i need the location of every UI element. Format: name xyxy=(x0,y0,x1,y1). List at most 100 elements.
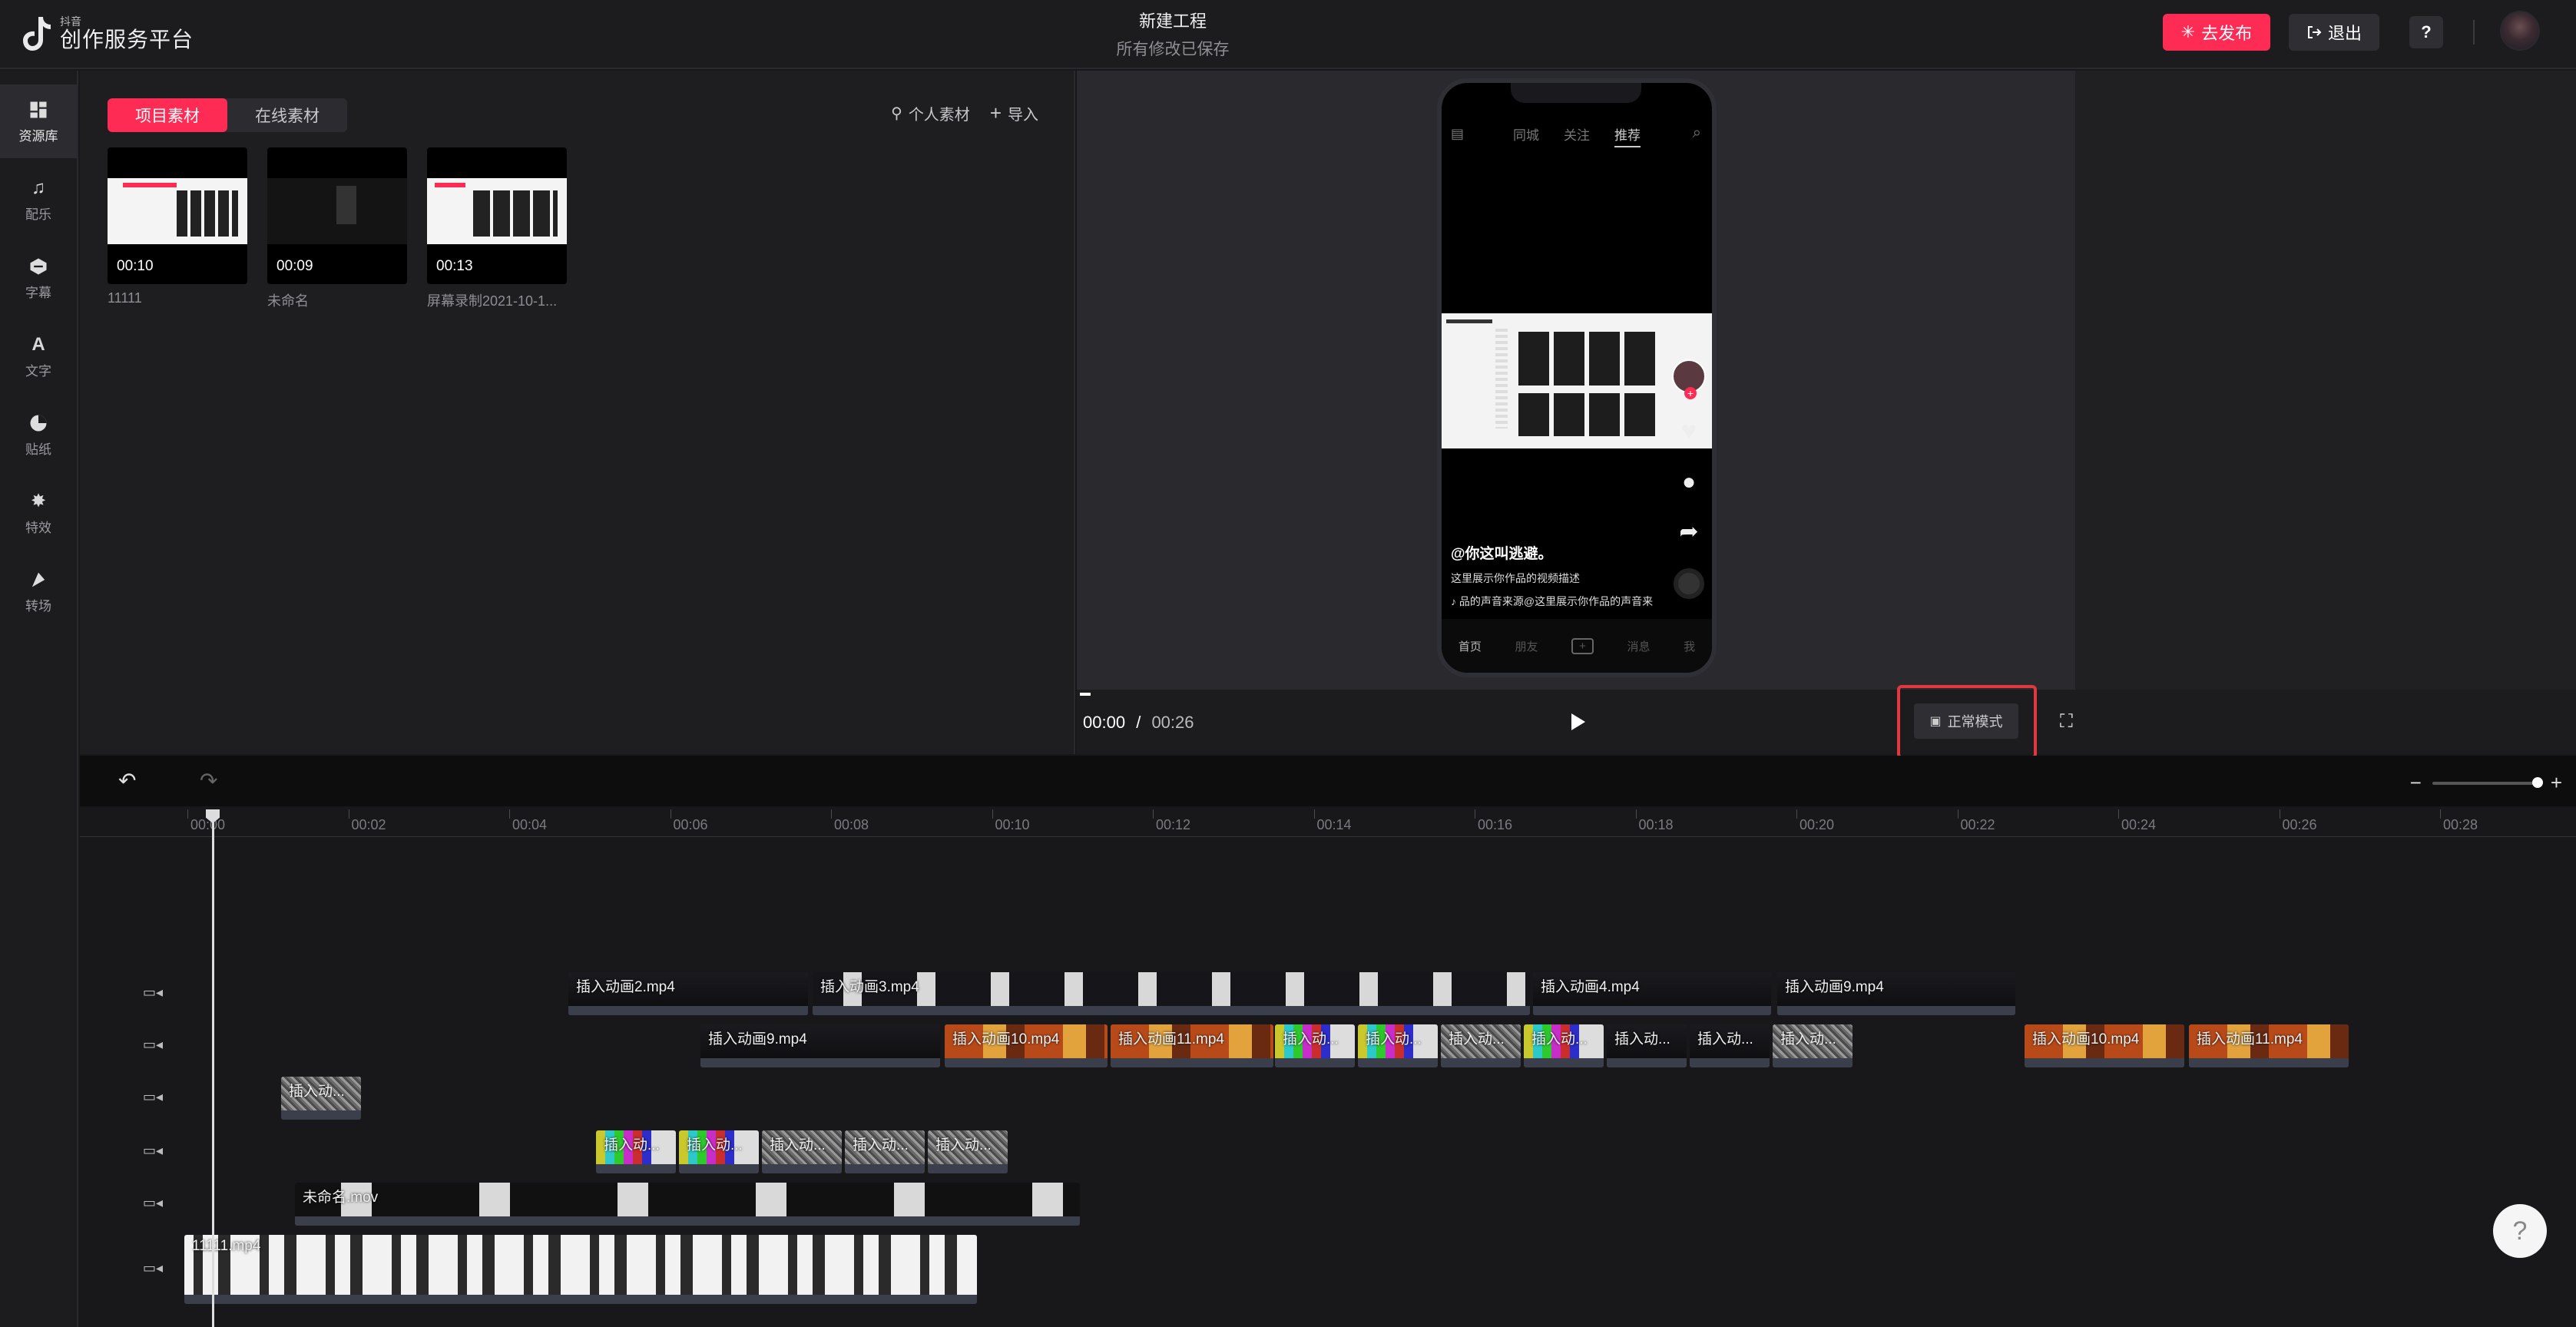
heart-icon: ♥ xyxy=(1680,416,1697,445)
ruler-label: 00:04 xyxy=(512,817,548,832)
redo-icon[interactable]: ↷ xyxy=(200,768,217,793)
phone-tab: 关注 xyxy=(1564,128,1590,143)
clip-audio-bar xyxy=(2189,1058,2349,1067)
timeline-clip[interactable]: 插入动画10.mp4 xyxy=(2025,1024,2184,1067)
sidebar-item-text[interactable]: A 文字 xyxy=(0,319,77,393)
avatar[interactable] xyxy=(2500,11,2540,51)
timeline-clip[interactable]: 插入动... xyxy=(281,1077,361,1120)
timeline-clip[interactable]: 插入动画9.mp4 xyxy=(1777,972,2015,1015)
zoom-knob[interactable] xyxy=(2531,776,2543,788)
ruler-label: 00:24 xyxy=(2121,817,2157,832)
zoom-slider[interactable] xyxy=(2432,776,2543,788)
video-track-icon: ▭◂ xyxy=(143,1143,164,1158)
clip-label: 插入动画4.mp4 xyxy=(1541,979,1640,995)
text-icon: A xyxy=(31,333,45,355)
normal-mode-button[interactable]: ▣ 正常模式 xyxy=(1914,703,2018,739)
video-track-icon: ▭◂ xyxy=(143,1089,164,1104)
clip-audio-bar xyxy=(1524,1058,1604,1067)
share-icon: ➦ xyxy=(1679,519,1699,544)
clip-label: 插入动... xyxy=(1531,1031,1588,1047)
play-button[interactable] xyxy=(1567,711,1588,733)
import-button[interactable]: + 导入 xyxy=(990,101,1038,125)
video-track-icon: ▭◂ xyxy=(143,1037,164,1052)
ruler-label: 00:18 xyxy=(1638,817,1674,832)
fullscreen-icon[interactable]: ⛶ xyxy=(2060,711,2080,732)
asset-name: 11111 xyxy=(108,290,142,306)
timeline-clip[interactable]: 插入动画10.mp4 xyxy=(945,1024,1108,1067)
phone-nav-item: 我 xyxy=(1684,640,1696,654)
timeline-clip[interactable]: 插入动... xyxy=(1524,1024,1604,1067)
time-ruler[interactable]: 00:00 00:02 00:04 00:06 00:08 00:10 00:12 00:14… xyxy=(80,806,2576,837)
sidebar-item-music[interactable]: ♫ 配乐 xyxy=(0,163,77,237)
clip-label: 插入动画10.mp4 xyxy=(2032,1031,2140,1047)
help-fab-button[interactable]: ? xyxy=(2493,1204,2547,1258)
zoom-control: − + xyxy=(2410,771,2562,795)
clip-audio-bar xyxy=(845,1164,925,1173)
zoom-out-icon[interactable]: − xyxy=(2410,771,2422,795)
undo-icon[interactable]: ↶ xyxy=(118,768,136,793)
assets-panel: 项目素材 在线素材 ⚲ 个人素材 + 导入 00:10 11111 00:09 未命… xyxy=(80,71,1075,754)
current-time: 00:00 xyxy=(1083,713,1126,732)
total-time: 00:26 xyxy=(1151,713,1194,732)
tab-project-assets[interactable]: 项目素材 xyxy=(108,98,227,132)
asset-name: 未命名 xyxy=(267,293,309,309)
asset-thumbnail[interactable]: 00:13 xyxy=(427,147,567,284)
playhead[interactable] xyxy=(212,811,214,1327)
asset-name: 屏幕录制2021-10-1... xyxy=(427,293,558,309)
progress-bar[interactable] xyxy=(1080,693,1091,696)
timeline-clip[interactable]: 插入动... xyxy=(1441,1024,1521,1067)
clip-audio-bar xyxy=(1358,1058,1438,1067)
timeline-clip[interactable]: 插入动... xyxy=(679,1130,759,1173)
asset-thumbnail[interactable]: 00:10 xyxy=(108,147,247,284)
exit-button[interactable]: 退出 xyxy=(2289,14,2379,51)
timeline-clip[interactable]: 插入动画4.mp4 xyxy=(1533,972,1771,1015)
clip-audio-bar xyxy=(281,1110,361,1120)
ruler-tick xyxy=(1313,809,1315,819)
sidebar-item-library[interactable]: 资源库 xyxy=(0,84,77,158)
phone-caption: @你这叫逃避。 这里展示你作品的视频描述 ♪ 品的声音来源@这里展示你作品的声音… xyxy=(1451,542,1704,609)
timeline-clip[interactable]: 插入动... xyxy=(845,1130,925,1173)
timeline-clip[interactable]: 插入动... xyxy=(1358,1024,1438,1067)
sidebar-item-subtitle[interactable]: 字幕 xyxy=(0,241,77,315)
sidebar-item-label: 贴纸 xyxy=(25,442,51,457)
timeline-toolbar: ↶ ↷ − + xyxy=(80,756,2576,806)
help-button[interactable]: ? xyxy=(2409,16,2443,48)
sidebar-item-sticker[interactable]: 贴纸 xyxy=(0,398,77,472)
timeline-clip[interactable]: 插入动... xyxy=(1275,1024,1355,1067)
thumbnail-image xyxy=(108,178,247,244)
timeline-clip[interactable]: 插入动画2.mp4 xyxy=(568,972,808,1015)
timeline-clip[interactable]: 插入动画11.mp4 xyxy=(1111,1024,1273,1067)
clip-audio-bar xyxy=(1607,1058,1687,1067)
clip-audio-bar xyxy=(1773,1058,1853,1067)
sidebar-item-label: 特效 xyxy=(25,520,51,535)
logo[interactable]: 抖音 创作服务平台 xyxy=(22,14,194,54)
thumbnail-image xyxy=(427,178,567,244)
ruler-tick xyxy=(1796,809,1797,819)
video-username: @你这叫逃避。 xyxy=(1451,546,1553,562)
sidebar-item-effects[interactable]: ✸ 特效 xyxy=(0,476,77,550)
timeline-clip[interactable]: 插入动... xyxy=(928,1130,1008,1173)
timeline-clip[interactable]: 插入动... xyxy=(596,1130,676,1173)
personal-assets-button[interactable]: ⚲ 个人素材 xyxy=(891,101,970,125)
timeline-clip[interactable]: 11111.mp4 xyxy=(184,1235,977,1304)
timeline-clip[interactable]: 插入动... xyxy=(1773,1024,1853,1067)
timeline-clip[interactable]: 插入动画11.mp4 xyxy=(2189,1024,2349,1067)
timeline-clip[interactable]: 插入动... xyxy=(1690,1024,1770,1067)
timeline-clip[interactable]: 未命名.mov xyxy=(295,1183,1080,1226)
preview-canvas[interactable]: ▤ ⌕ 同城 关注 推荐 + ♥ ● ➦ @你这叫逃避。 这里展示你作品的视频描… xyxy=(1077,71,2075,690)
zoom-in-icon[interactable]: + xyxy=(2551,771,2562,795)
video-music-source: ♪ 品的声音来源@这里展示你作品的声音来 xyxy=(1451,594,1704,609)
asset-thumbnail[interactable]: 00:09 xyxy=(267,147,407,284)
timeline-clip[interactable]: 插入动画9.mp4 xyxy=(700,1024,940,1067)
timeline-clip[interactable]: 插入动... xyxy=(1607,1024,1687,1067)
publish-button[interactable]: ✳ 去发布 xyxy=(2163,14,2270,51)
tab-online-assets[interactable]: 在线素材 xyxy=(227,98,347,132)
timeline-clip[interactable]: 插入动... xyxy=(762,1130,842,1173)
phone-top-tabs: 同城 关注 推荐 xyxy=(1442,124,1712,147)
sidebar-item-transition[interactable]: 转场 xyxy=(0,554,77,628)
phone-notch xyxy=(1511,83,1641,103)
ruler-tick xyxy=(2118,809,2119,819)
asset-duration: 00:13 xyxy=(436,258,473,274)
timeline-clip[interactable]: 插入动画3.mp4 xyxy=(813,972,1530,1015)
music-icon: ♫ xyxy=(31,177,45,198)
